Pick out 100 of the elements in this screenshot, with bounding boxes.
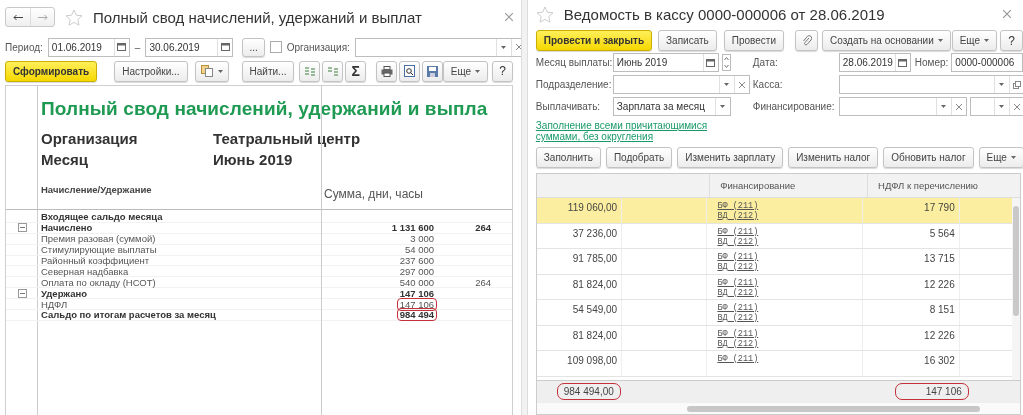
clear-icon[interactable] [738,81,745,88]
fill-link[interactable]: Заполнение всеми причитающимися суммами, без округления [535,120,726,142]
report-row-label: Оплата по окладу (НСОТ) [40,276,157,288]
organization-checkbox[interactable] [269,41,282,53]
amount-cell: 147 106 [397,298,436,310]
dropdown-icon[interactable] [1010,155,1016,159]
dropdown-icon[interactable] [999,83,1005,86]
table-row[interactable]: 109 098,00 БФ (211) 16 302 [536,351,1012,377]
dropdown-icon[interactable] [475,69,481,73]
dropdown-icon[interactable] [937,39,943,42]
dropdown-icon[interactable] [724,83,730,86]
table-row[interactable]: 54 549,00 БФ (211) ВД (212) 8 151 [536,300,1012,326]
clear-icon[interactable] [955,103,962,110]
financing-link[interactable]: БФ (211) [717,201,862,211]
table-row[interactable]: 81 824,00 БФ (211) ВД (212) 12 226 [536,274,1012,300]
financing-link[interactable]: ВД (212) [717,338,862,349]
find-button[interactable]: Найти... [241,60,295,82]
collapse-icon[interactable] [17,223,27,233]
table-toolbar-button[interactable]: Обновить налог [883,146,974,168]
table-toolbar-button[interactable]: Подобрать [605,146,673,168]
financing-field[interactable] [838,97,967,116]
close-icon[interactable] [1003,10,1011,18]
table-toolbar-button[interactable]: Изменить зарплату [677,146,784,168]
more-button[interactable]: Еще [951,30,997,51]
vertical-scrollbar[interactable] [1012,198,1020,380]
financing-link[interactable]: БФ (211) [717,277,862,288]
dropdown-icon[interactable] [941,105,947,108]
help-button[interactable]: ? [1000,30,1023,51]
dropdown-icon[interactable] [720,105,726,108]
pay-month-field[interactable]: Июнь 2019 [612,53,719,72]
amount-cell-text: 297 000 [398,265,435,277]
create-based-on-button[interactable]: Создать на основании [822,30,951,51]
dropdown-icon[interactable] [501,45,507,49]
report-heading: Полный свод начислений, удержаний и выпла [41,98,489,120]
close-icon[interactable] [505,13,513,21]
cash-desk-field[interactable] [838,75,1023,94]
table-row[interactable]: 119 060,00 БФ (211) ВД (212) 17 790 [536,198,1012,224]
financing-link[interactable]: БФ (211) [717,252,862,262]
spinner-icon[interactable] [721,54,731,71]
favorite-star-icon[interactable] [535,5,554,23]
table-cell-text: 109 098,00 [567,355,618,368]
calendar-icon[interactable] [220,43,230,51]
table-toolbar-button[interactable]: Заполнить [535,146,601,168]
financing-link[interactable]: ВД (212) [717,313,862,323]
table-row[interactable]: 81 824,00 БФ (211) ВД (212) 12 226 [536,325,1012,351]
choose-period-button[interactable]: ... [242,37,265,57]
department-field[interactable] [612,75,750,94]
table-cell-text: 12 226 [924,329,955,343]
amount-cell-text: 54 000 [403,244,435,256]
financing-link[interactable]: БФ (211) [717,354,862,364]
period-label: Период: [5,41,43,53]
financing-link[interactable]: ВД (212) [717,287,862,298]
clear-icon[interactable] [1013,103,1020,110]
dropdown-icon[interactable] [984,39,989,42]
financing-link[interactable]: БФ (211) [717,226,862,237]
post-button[interactable]: Провести [723,30,785,51]
date-field[interactable]: 30.06.2019 [145,37,234,57]
financing-link[interactable]: БФ (211) [717,303,862,313]
calendar-icon[interactable] [898,58,908,67]
settings-button[interactable]: Настройки... [114,60,188,82]
date-field[interactable]: 28.06.2019 [838,53,911,72]
preview-button[interactable] [399,60,420,82]
save-button[interactable]: Записать [658,30,717,51]
table-row[interactable]: 37 236,00 БФ (211) ВД (212) 5 564 [536,223,1012,249]
more-button[interactable]: Еще [442,60,489,82]
collapse-groups-button[interactable] [322,60,344,82]
table-cell-text: 119 060,00 [567,202,618,215]
horizontal-scrollbar[interactable] [536,402,1020,414]
dropdown-icon[interactable] [999,105,1005,108]
financing-link[interactable]: ВД (212) [717,262,862,272]
amount-cell-text: 237 600 [398,255,435,266]
number-field[interactable]: 0000-000006 [951,53,1023,72]
generate-button[interactable]: Сформировать [5,60,98,82]
date-field[interactable]: 01.06.2019 [47,37,130,57]
more-button[interactable]: Еще [978,146,1023,168]
table-row[interactable]: 91 785,00 БФ (211) ВД (212) 13 715 [536,249,1012,275]
copy-menu-button[interactable] [194,60,229,82]
financing-link[interactable]: ВД (212) [717,211,862,221]
attach-button[interactable] [795,30,819,51]
amount-cell-text: 540 000 [398,276,435,288]
favorite-star-icon[interactable] [65,8,83,26]
date-label: Дата: [752,57,779,68]
calendar-icon[interactable] [706,58,716,67]
collapse-icon[interactable] [17,288,27,298]
sum-button[interactable]: Σ [345,60,367,82]
printer-icon [380,65,393,77]
financing-link[interactable]: БФ (211) [717,328,862,339]
print-button[interactable] [376,60,397,82]
post-and-close-button[interactable]: Провести и закрыть [535,30,653,51]
financing-field[interactable] [969,97,1023,116]
table-toolbar-button[interactable]: Изменить налог [788,146,879,168]
save-button[interactable] [421,60,443,82]
help-button[interactable]: ? [492,60,514,82]
dropdown-icon[interactable] [217,69,223,73]
open-icon[interactable] [1012,80,1021,89]
calendar-icon[interactable] [117,43,127,51]
financing-link[interactable]: ВД (212) [717,236,862,247]
pay-type-field[interactable]: Зарплата за месяц [612,97,731,116]
expand-groups-button[interactable] [299,60,321,82]
number-label: Номер: [914,57,949,68]
